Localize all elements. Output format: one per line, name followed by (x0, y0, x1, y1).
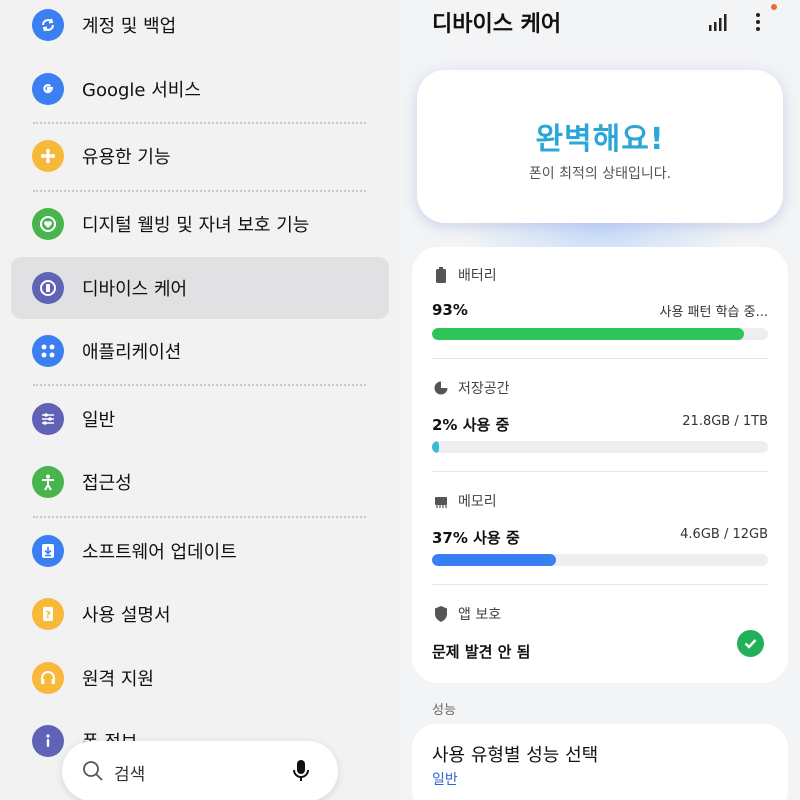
separator (33, 190, 366, 192)
shield-icon (432, 605, 450, 623)
menu-item-accessibility[interactable]: 접근성 (11, 451, 389, 513)
menu-item-label: 소프트웨어 업데이트 (82, 542, 237, 563)
menu-item-google-services[interactable]: Google 서비스 (11, 58, 389, 120)
wellbeing-icon (32, 208, 64, 240)
more-options-icon[interactable] (752, 10, 764, 38)
menu-item-general[interactable]: 일반 (11, 388, 389, 450)
menu-item-software-update[interactable]: 소프트웨어 업데이트 (11, 520, 389, 582)
settings-menu: 계정 및 백업 Google 서비스 유용한 기능 디지털 웰빙 및 자녀 보호… (0, 0, 400, 800)
info-icon (32, 725, 64, 757)
menu-item-label: 일반 (82, 410, 116, 431)
app-protection-value: 문제 발견 안 됨 (432, 643, 531, 661)
accessibility-icon (32, 466, 64, 498)
storage-progress-bar (432, 441, 768, 453)
search-icon[interactable] (82, 760, 104, 786)
performance-profile-item[interactable]: 사용 유형별 성능 선택 일반 (412, 724, 788, 800)
sync-icon (32, 9, 64, 41)
performance-title: 사용 유형별 성능 선택 (432, 745, 599, 766)
search-bar[interactable]: 검색 (62, 741, 338, 800)
device-care-panel: 디바이스 케어 완벽해요! 폰이 최적의 상태입니다. 배터리 93% 사용 패… (400, 0, 800, 800)
menu-item-label: 접근성 (82, 473, 132, 494)
menu-item-label: 디지털 웰빙 및 자녀 보호 기능 (82, 215, 310, 236)
storage-section[interactable]: 저장공간 2% 사용 중 21.8GB / 1TB (432, 378, 768, 458)
menu-item-device-care[interactable]: 디바이스 케어 (11, 257, 389, 319)
separator (33, 384, 366, 386)
battery-value: 93% (432, 301, 468, 319)
storage-info: 21.8GB / 1TB (682, 414, 768, 429)
divider (432, 358, 768, 359)
battery-section[interactable]: 배터리 93% 사용 패턴 학습 중... (432, 265, 768, 345)
separator (33, 122, 366, 124)
sliders-icon (32, 403, 64, 435)
storage-value: 2% 사용 중 (432, 416, 510, 434)
check-icon (737, 630, 764, 657)
menu-item-label: 디바이스 케어 (82, 279, 188, 300)
notification-dot (771, 4, 777, 10)
google-icon (32, 73, 64, 105)
menu-item-label: 사용 설명서 (82, 605, 171, 626)
battery-progress-bar (432, 328, 768, 340)
memory-chip-icon (432, 492, 450, 510)
memory-progress-fill (432, 554, 557, 566)
apps-icon (32, 335, 64, 367)
menu-item-label: 계정 및 백업 (82, 16, 177, 37)
microphone-icon[interactable] (291, 759, 311, 787)
battery-progress-fill (432, 328, 745, 340)
storage-progress-fill (432, 441, 439, 453)
menu-item-label: 유용한 기능 (82, 147, 171, 168)
device-care-icon (32, 272, 64, 304)
menu-item-user-manual[interactable]: ? 사용 설명서 (11, 583, 389, 645)
storage-label: 저장공간 (458, 381, 510, 397)
menu-item-digital-wellbeing[interactable]: 디지털 웰빙 및 자녀 보호 기능 (11, 193, 389, 255)
performance-value: 일반 (432, 772, 458, 788)
menu-item-label: Google 서비스 (82, 80, 201, 101)
headset-icon (32, 662, 64, 694)
memory-info: 4.6GB / 12GB (680, 527, 768, 542)
battery-label: 배터리 (458, 268, 497, 284)
puzzle-icon (32, 140, 64, 172)
memory-progress-bar (432, 554, 768, 566)
divider (432, 471, 768, 472)
battery-icon (432, 266, 450, 284)
performance-section-label: 성능 (432, 703, 456, 718)
manual-icon: ? (32, 598, 64, 630)
menu-item-remote-support[interactable]: 원격 지원 (11, 647, 389, 709)
menu-item-useful-features[interactable]: 유용한 기능 (11, 125, 389, 187)
svg-text:?: ? (45, 610, 51, 621)
menu-item-accounts-backup[interactable]: 계정 및 백업 (11, 0, 389, 56)
battery-info: 사용 패턴 학습 중... (659, 305, 768, 320)
download-icon (32, 535, 64, 567)
signal-icon[interactable] (708, 12, 730, 36)
menu-item-label: 원격 지원 (82, 669, 154, 690)
divider (432, 584, 768, 585)
pie-chart-icon (432, 379, 450, 397)
status-card: 완벽해요! 폰이 최적의 상태입니다. (417, 70, 783, 223)
status-title: 완벽해요! (535, 122, 665, 157)
separator (33, 516, 366, 518)
menu-item-applications[interactable]: 애플리케이션 (11, 320, 389, 382)
stats-card: 배터리 93% 사용 패턴 학습 중... 저장공간 2% 사용 중 21.8G… (412, 247, 788, 683)
memory-label: 메모리 (458, 494, 497, 510)
search-input[interactable]: 검색 (114, 760, 145, 785)
status-subtitle: 폰이 최적의 상태입니다. (528, 166, 672, 182)
app-protection-label: 앱 보호 (458, 607, 502, 623)
page-title: 디바이스 케어 (432, 12, 562, 37)
memory-section[interactable]: 메모리 37% 사용 중 4.6GB / 12GB (432, 491, 768, 571)
menu-item-label: 애플리케이션 (82, 342, 182, 363)
app-protection-section[interactable]: 앱 보호 문제 발견 안 됨 (432, 604, 768, 664)
memory-value: 37% 사용 중 (432, 529, 520, 547)
